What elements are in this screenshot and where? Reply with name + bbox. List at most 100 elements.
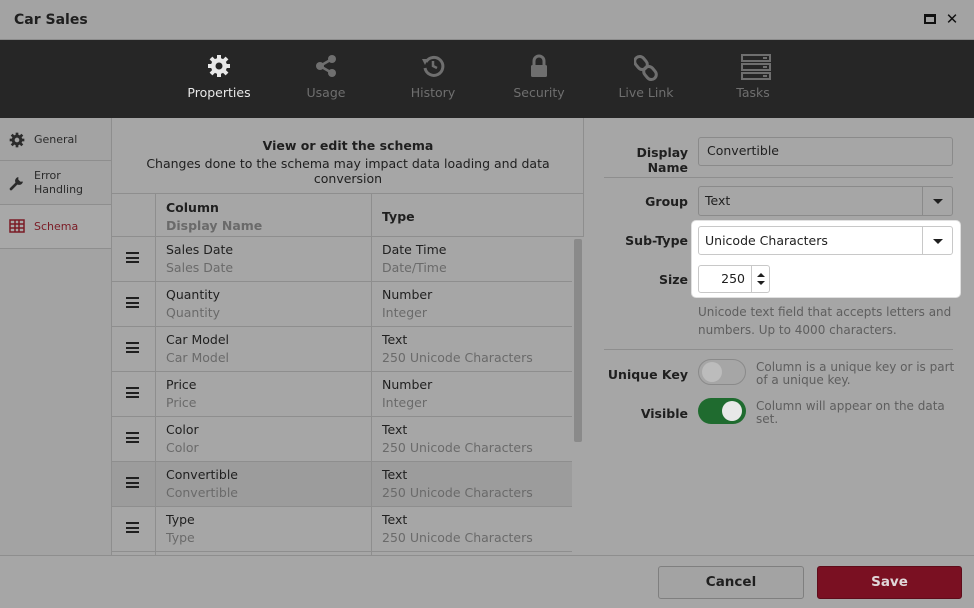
column-type: Number [382,287,433,302]
drag-handle-icon[interactable] [126,342,139,356]
column-subtype: 250 Unicode Characters [382,485,533,500]
sidebar: General Error Handling Schema [0,118,112,555]
visible-note: Column will appear on the data set. [756,399,945,426]
table-body: Sales Date Sales Date Date Time Date/Tim… [112,237,572,555]
drag-handle-icon[interactable] [126,297,139,311]
table-row[interactable]: Sales Date Sales Date Date Time Date/Tim… [112,237,572,282]
table-icon [9,219,25,233]
size-label: Size [658,272,688,287]
size-value: 250 [721,271,745,286]
drag-handle-icon[interactable] [126,252,139,266]
column-name: Car Model [166,332,230,347]
footer: Cancel Save [0,555,974,608]
table-row[interactable]: Color Color Text 250 Unicode Characters [112,417,572,462]
tab-security[interactable]: Security [494,40,584,118]
column-type: Number [382,377,433,392]
lock-icon [531,54,547,77]
column-header-type[interactable]: Type [382,209,415,224]
column-header-column[interactable]: Column [166,200,219,215]
column-type: Date Time [382,242,447,257]
column-name: Sales Date [166,242,234,257]
tab-label: Properties [187,85,251,100]
drag-handle-icon[interactable] [126,522,139,536]
column-type: Text [382,467,408,482]
column-name: Convertible [166,467,238,482]
save-button[interactable]: Save [817,566,962,599]
column-header-display-name[interactable]: Display Name [166,218,262,233]
vertical-scrollbar[interactable] [572,237,584,555]
table-header: Column Display Name Type [112,193,584,237]
sidebar-item-label: General [34,133,78,146]
column-subtype: Integer [382,305,427,320]
tab-live-link[interactable]: Live Link [601,40,691,118]
schema-heading: View or edit the schema [262,138,434,153]
tab-label: Live Link [618,85,674,100]
window-title: Car Sales [14,12,88,28]
link-icon [634,54,658,82]
scrollbar-thumb[interactable] [574,239,582,442]
column-display-name: Sales Date [166,260,234,275]
tab-label: History [410,85,456,100]
maximize-icon[interactable] [924,12,938,26]
table-row[interactable]: Price Price Number Integer [112,372,572,417]
sidebar-item-label: Error Handling [34,169,84,196]
close-icon[interactable]: ✕ [945,12,959,27]
wrench-icon [9,177,23,191]
unique-key-note: Column is a unique key or is part of a u… [756,360,955,387]
schema-subheading: Changes done to the schema may impact da… [146,156,550,186]
chevron-up-icon[interactable] [757,273,765,277]
tab-label: Tasks [736,85,770,100]
tab-history[interactable]: History [388,40,478,118]
gear-icon [208,55,230,77]
table-row-selected[interactable]: Convertible Convertible Text 250 Unicode… [112,462,572,507]
drag-handle-icon[interactable] [126,477,139,491]
table-row[interactable]: Car Model Car Model Text 250 Unicode Cha… [112,327,572,372]
visible-toggle[interactable] [698,398,746,424]
sidebar-item-general[interactable]: General [0,118,111,161]
subtype-hint: Unicode text field that accepts letters … [698,305,952,337]
table-row[interactable]: Type Type Text 250 Unicode Characters [112,507,572,552]
tab-tasks[interactable]: Tasks [708,40,798,118]
column-subtype: 250 Unicode Characters [382,440,533,455]
size-stepper[interactable]: 250 [698,265,770,293]
column-name: Quantity [166,287,221,302]
column-display-name: Color [166,440,199,455]
schema-panel: View or edit the schema Changes done to … [112,118,584,555]
column-subtype: Date/Time [382,260,447,275]
sidebar-item-error-handling[interactable]: Error Handling [0,161,111,205]
visible-label: Visible [640,406,688,421]
tab-label: Usage [306,85,346,100]
history-icon [422,55,445,77]
tab-usage[interactable]: Usage [281,40,371,118]
display-name-field[interactable]: Convertible [698,137,953,166]
column-type: Text [382,332,408,347]
gear-icon [9,132,25,148]
column-name: Color [166,422,199,437]
column-display-name: Quantity [166,305,221,320]
subtype-label: Sub-Type [625,233,688,248]
unique-key-toggle[interactable] [698,359,746,385]
group-select-value: Text [705,193,731,208]
subtype-select-value: Unicode Characters [705,233,828,248]
cancel-button[interactable]: Cancel [658,566,804,599]
title-bar: Car Sales ✕ [0,0,974,40]
column-subtype: 250 Unicode Characters [382,350,533,365]
drag-handle-icon[interactable] [126,387,139,401]
column-subtype: 250 Unicode Characters [382,530,533,545]
schema-header: View or edit the schema Changes done to … [112,138,584,186]
group-select[interactable]: Text [698,186,953,216]
chevron-down-icon [922,227,952,254]
tab-properties[interactable]: Properties [174,40,264,118]
share-icon [316,55,336,77]
sidebar-item-schema[interactable]: Schema [0,205,111,249]
column-display-name: Type [166,530,195,545]
chevron-down-icon[interactable] [757,281,765,285]
tasks-icon [741,54,771,80]
stepper-arrows[interactable] [751,266,769,292]
subtype-select[interactable]: Unicode Characters [698,226,953,255]
group-label: Group [645,194,688,209]
drag-handle-icon[interactable] [126,432,139,446]
display-name-label: Display Name [636,145,688,175]
table-row[interactable]: Quantity Quantity Number Integer [112,282,572,327]
column-display-name: Car Model [166,350,230,365]
